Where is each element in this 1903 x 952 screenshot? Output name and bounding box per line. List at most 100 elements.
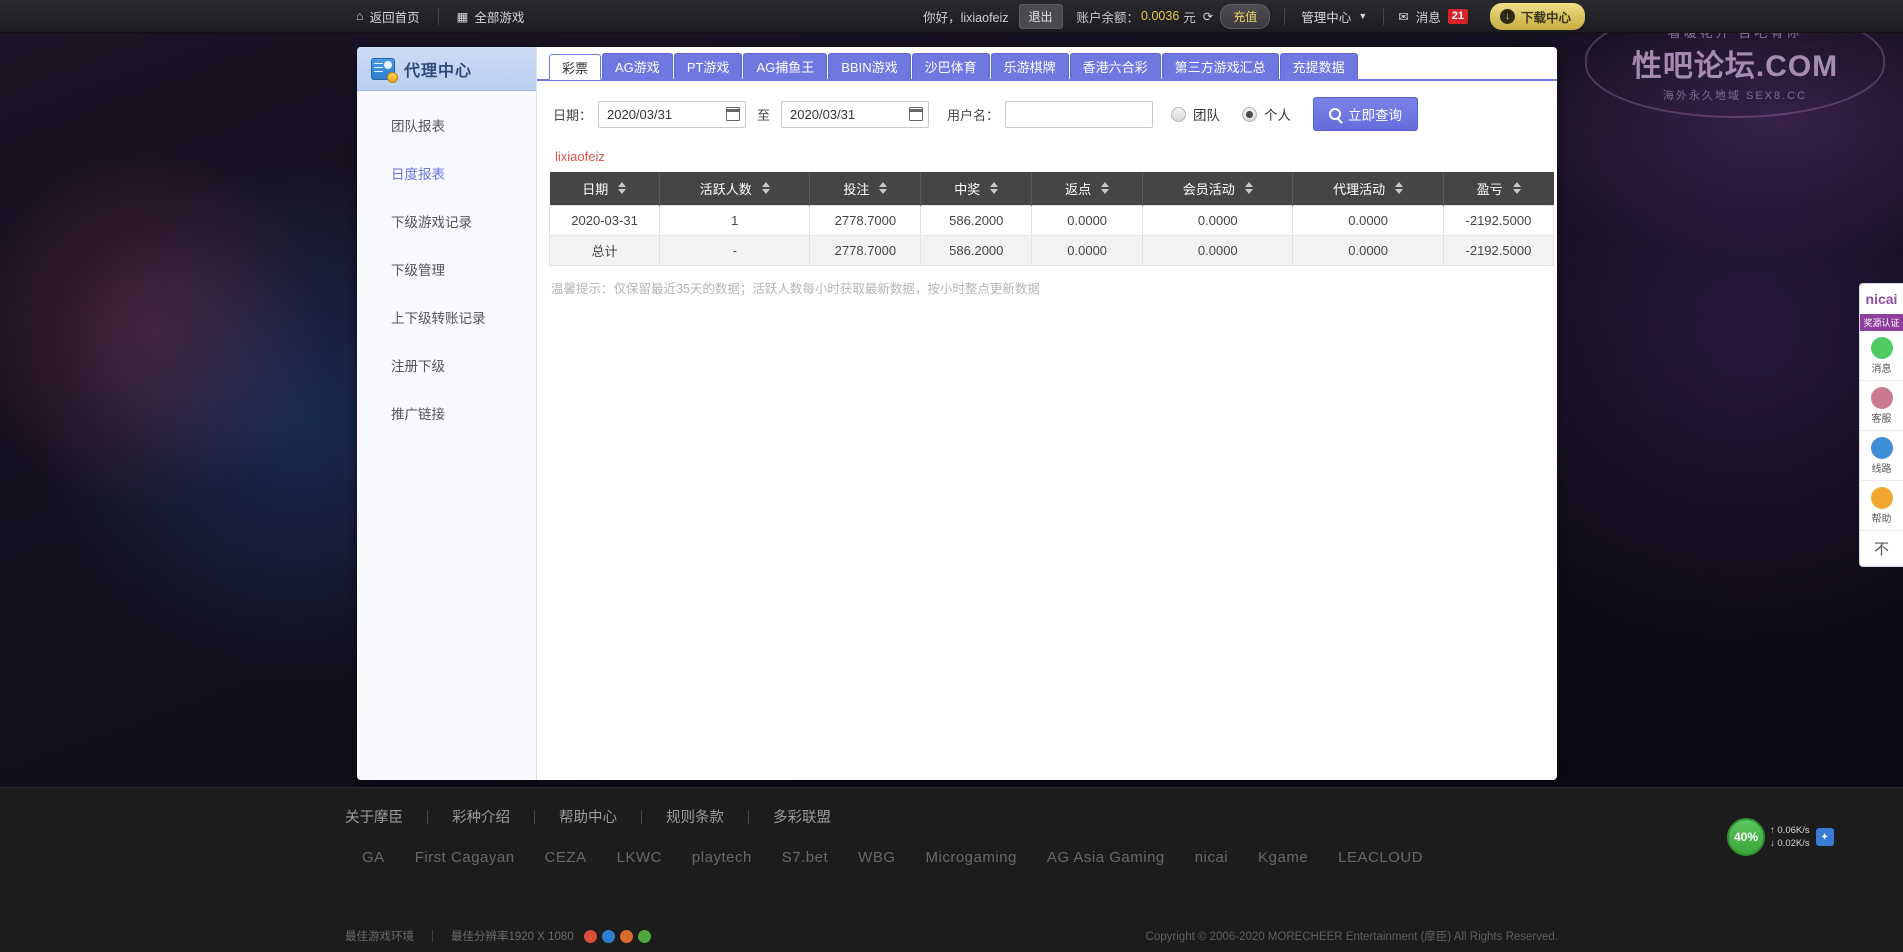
widget-item-2[interactable]: 线路 [1860,431,1903,481]
table-cell: -2192.5000 [1442,204,1555,236]
column-header-3[interactable]: 中奖 [920,172,1033,205]
table-cell: 0.0000 [1292,204,1444,236]
top-bar-left: ⌂ 返回首页 ▦ 全部游戏 [338,0,542,33]
column-header-6[interactable]: 代理活动 [1292,172,1444,205]
footer-link-2[interactable]: 帮助中心 [535,806,641,827]
date-from-input[interactable] [598,100,747,128]
column-header-label: 会员活动 [1182,181,1235,197]
sidebar-item-4[interactable]: 上下级转账记录 [357,293,536,341]
divider [432,930,433,942]
management-center-menu[interactable]: 管理中心 ▼ [1285,7,1383,26]
widget-close-button[interactable]: 不 [1860,531,1903,566]
recharge-button[interactable]: 充值 [1220,3,1271,29]
upload-rate: ↑ 0.06K/s [1770,825,1810,836]
best-resolution-label: 最佳分辨率1920 X 1080 [451,931,574,943]
refresh-icon[interactable]: ⟳ [1203,9,1213,24]
copyright-text: Copyright © 2006-2020 MORECHEER Entertai… [1145,931,1558,943]
sidebar-item-label: 推广链接 [391,407,445,422]
sidebar-item-0[interactable]: 团队报表 [357,101,536,149]
footer-link-1[interactable]: 彩种介绍 [428,806,534,827]
date-to-input[interactable] [781,100,930,128]
download-rate: ↓ 0.02K/s [1770,838,1810,849]
table-cell: 2778.7000 [809,204,922,236]
sidebar-item-3[interactable]: 下级管理 [357,245,536,293]
tab-2[interactable]: PT游戏 [673,53,743,79]
date-label: 日期： [553,107,593,123]
column-header-5[interactable]: 会员活动 [1142,172,1294,205]
extension-icon[interactable]: ✦ [1815,828,1834,846]
table-cell: 2020-03-31 [548,204,661,236]
footer: 关于摩臣 彩种介绍 帮助中心 规则条款 多彩联盟 GA First Cagayan CEZA… [0,787,1903,952]
column-header-7[interactable]: 盈亏 [1443,172,1554,205]
tab-6[interactable]: 乐游棋牌 [990,53,1069,79]
partner-logo-10: Kgame [1258,849,1309,866]
report-table: 日期 活跃人数 投注 中奖 返点 会员活动 代理活动 盈亏 2020-03-31 1 2778.7… [548,172,1555,266]
report-tip: 温馨提示：仅保留最近35天的数据；活跃人数每小时获取最新数据，按小时整点更新数据 [551,281,1040,296]
tab-9[interactable]: 充提数据 [1279,53,1358,79]
column-header-4[interactable]: 返点 [1031,172,1144,205]
filter-bar: 日期： 至 用户名： 团队 个人 [537,81,1557,131]
home-link[interactable]: ⌂ 返回首页 [338,0,438,33]
sort-icon[interactable] [990,182,999,195]
main-panel: 代理中心 团队报表 日度报表 下级游戏记录 下级管理 上下级转账记录 注册下级 推广链接 彩… [357,47,1557,780]
query-button[interactable]: 立即查询 [1313,97,1419,131]
sort-icon[interactable] [879,182,888,195]
radio-personal[interactable]: 个人 [1242,104,1291,124]
table-cell: 586.2000 [920,204,1033,236]
tab-8[interactable]: 第三方游戏汇总 [1161,53,1279,79]
sort-icon[interactable] [1395,182,1404,195]
table-header-row: 日期 活跃人数 投注 中奖 返点 会员活动 代理活动 盈亏 [549,172,1554,205]
column-header-1[interactable]: 活跃人数 [659,172,811,205]
sort-icon[interactable] [1244,182,1253,195]
widget-item-label: 客服 [1871,414,1892,425]
speed-percent[interactable]: 40% [1727,818,1765,856]
message-label: 消息 [1415,10,1441,25]
table-cell: 0.0000 [1142,204,1294,236]
tab-3[interactable]: AG捕鱼王 [743,53,828,79]
sidebar-item-label: 下级游戏记录 [391,215,472,230]
tab-5[interactable]: 沙巴体育 [911,53,990,79]
footer-link-0[interactable]: 关于摩臣 [345,806,427,827]
chevron-down-icon: ▼ [1358,11,1368,21]
tab-4[interactable]: BBIN游戏 [828,53,911,79]
tab-7[interactable]: 香港六合彩 [1069,53,1161,79]
sidebar-item-1[interactable]: 日度报表 [357,149,536,197]
all-games-link[interactable]: ▦ 全部游戏 [439,0,543,33]
tab-0[interactable]: 彩票 [549,54,602,80]
floating-service-widget: nicai 奖源认证 消息 客服 线路 帮助 不 [1859,283,1903,567]
footer-links: 关于摩臣 彩种介绍 帮助中心 规则条款 多彩联盟 [0,788,1903,827]
column-header-0[interactable]: 日期 [549,172,661,205]
radio-personal-circle[interactable] [1242,106,1258,122]
sort-icon[interactable] [1512,182,1521,195]
partner-logos: GA First Cagayan CEZA LKWC playtech S7.bet WBG… [0,827,1903,866]
widget-item-1[interactable]: 客服 [1860,381,1903,431]
top-bar-right: 你好，lixiaofeiz 退出 账户余额： 0.0036 元 ⟳ 充值 管理中… [923,2,1585,30]
column-header-2[interactable]: 投注 [809,172,922,205]
sort-icon[interactable] [761,182,770,195]
sidebar-item-2[interactable]: 下级游戏记录 [357,197,536,245]
download-center-label: 下载中心 [1520,10,1571,25]
tab-1[interactable]: AG游戏 [602,53,673,79]
radio-team-circle[interactable] [1171,106,1187,122]
table-total-cell: - [659,234,811,266]
partner-logo-6: WBG [858,849,896,866]
message-link[interactable]: ✉ 消息 21 [1384,7,1482,26]
sidebar-item-6[interactable]: 推广链接 [357,389,536,437]
logout-button[interactable]: 退出 [1018,3,1063,29]
sidebar-item-5[interactable]: 注册下级 [357,341,536,389]
column-header-label: 盈亏 [1476,181,1503,197]
footer-link-3[interactable]: 规则条款 [642,806,748,827]
widget-item-3[interactable]: 帮助 [1860,481,1903,531]
home-label: 返回首页 [369,10,420,25]
firefox-icon [619,929,633,943]
sort-icon[interactable] [618,182,627,195]
sort-icon[interactable] [1101,182,1110,195]
download-center-button[interactable]: ↓ 下载中心 [1489,2,1585,30]
sidebar-list: 团队报表 日度报表下级游戏记录下级管理 上下级转账记录注册下级推广链接 [357,91,536,437]
widget-item-0[interactable]: 消息 [1860,331,1903,381]
footer-link-4[interactable]: 多彩联盟 [749,806,855,827]
sidebar-item-label: 注册下级 [391,359,445,374]
home-icon: ⌂ [356,9,364,23]
username-input[interactable] [1005,100,1154,128]
radio-team[interactable]: 团队 [1171,104,1220,124]
